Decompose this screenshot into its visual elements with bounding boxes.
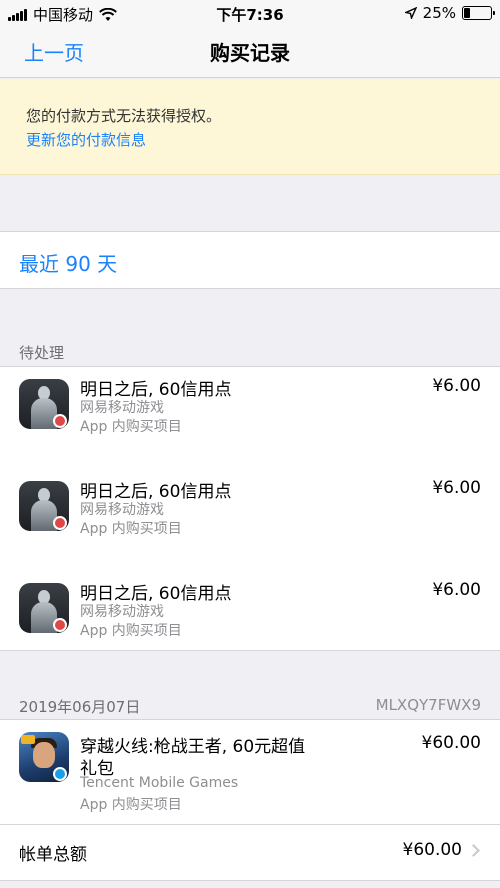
date-filter-row[interactable]: 最近 90 天 — [0, 231, 500, 289]
game-icon-silhouette — [19, 481, 69, 531]
navigation-bar: 上一页 购买记录 — [0, 26, 500, 78]
payment-alert-message: 您的付款方式无法获得授权。 — [26, 107, 222, 125]
item-price: ¥6.00 — [432, 580, 481, 600]
item-developer: 网易移动游戏 — [80, 604, 164, 620]
order-date: 2019年06月07日 — [19, 698, 141, 716]
list-item[interactable]: 穿越火线:枪战王者, 60元超值 礼包 Tencent Mobile Games… — [0, 720, 500, 824]
game-icon-silhouette — [19, 379, 69, 429]
order-list: 穿越火线:枪战王者, 60元超值 礼包 Tencent Mobile Games… — [0, 719, 500, 881]
invoice-total-row[interactable]: 帐单总额 ¥60.00 — [0, 824, 500, 876]
item-developer: 网易移动游戏 — [80, 502, 164, 518]
item-price: ¥6.00 — [432, 376, 481, 396]
battery-icon — [462, 6, 495, 20]
invoice-total-label: 帐单总额 — [19, 845, 87, 865]
item-developer: Tencent Mobile Games — [80, 775, 239, 791]
payment-alert-banner: 您的付款方式无法获得授权。 更新您的付款信息 — [0, 79, 500, 175]
item-type: App 内购买项目 — [80, 419, 182, 435]
update-payment-link[interactable]: 更新您的付款信息 — [26, 129, 146, 150]
pending-section-header: 待处理 — [19, 344, 65, 362]
item-type: App 内购买项目 — [80, 797, 182, 813]
status-right: 25% — [404, 4, 495, 22]
pending-list: 明日之后, 60信用点 网易移动游戏 App 内购买项目 ¥6.00 明日之后,… — [0, 366, 500, 651]
order-id: MLXQY7FWX9 — [375, 696, 481, 714]
item-type: App 内购买项目 — [80, 623, 182, 639]
purchase-history-screen: 中国移动 下午7:36 25% 上一页 购买记录 您的付款方式无法获得授权。 更… — [0, 0, 500, 888]
item-developer: 网易移动游戏 — [80, 400, 164, 416]
page-title: 购买记录 — [210, 41, 290, 65]
invoice-total-amount: ¥60.00 — [402, 840, 462, 860]
game-icon-silhouette — [19, 583, 69, 633]
item-type: App 内购买项目 — [80, 521, 182, 537]
list-item[interactable]: 明日之后, 60信用点 网易移动游戏 App 内购买项目 ¥6.00 — [0, 469, 500, 571]
chevron-right-icon — [467, 844, 480, 857]
list-item[interactable]: 明日之后, 60信用点 网易移动游戏 App 内购买项目 ¥6.00 — [0, 571, 500, 673]
item-price: ¥6.00 — [432, 478, 481, 498]
location-arrow-icon — [404, 7, 417, 19]
game-icon-crossfire — [19, 732, 69, 782]
item-price: ¥60.00 — [421, 733, 481, 753]
list-item[interactable]: 明日之后, 60信用点 网易移动游戏 App 内购买项目 ¥6.00 — [0, 367, 500, 469]
battery-percent: 25% — [422, 4, 456, 22]
status-bar: 中国移动 下午7:36 25% — [0, 0, 500, 26]
date-filter-label: 最近 90 天 — [19, 252, 118, 276]
